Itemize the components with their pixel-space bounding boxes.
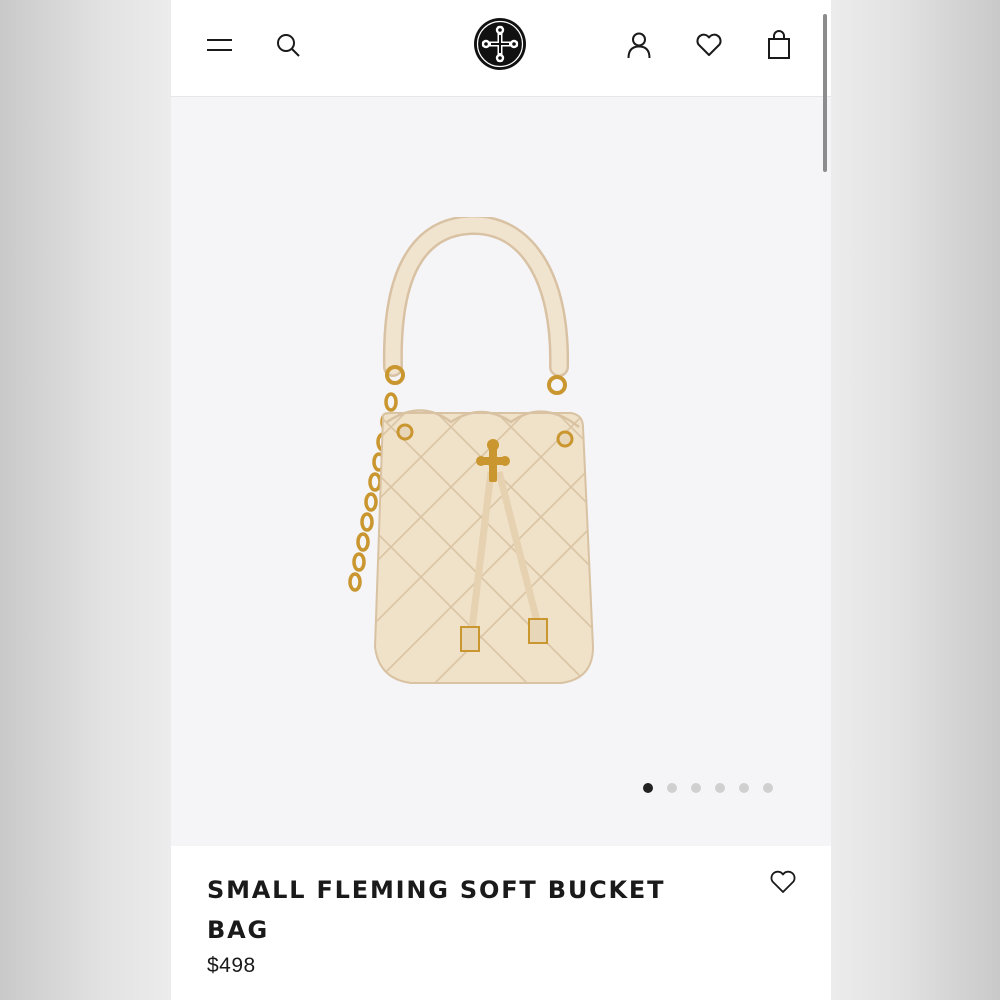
shopping-bag-icon	[768, 30, 790, 59]
add-to-wishlist-button[interactable]	[767, 866, 799, 898]
product-image	[348, 217, 595, 684]
heart-outline-icon	[770, 870, 796, 893]
backdrop-left	[0, 0, 171, 1000]
product-info: SMALL FLEMING SOFT BUCKET BAG $498	[171, 846, 831, 1000]
hamburger-menu-icon	[207, 39, 232, 51]
heart-icon	[696, 33, 722, 56]
carousel-dot[interactable]	[667, 783, 677, 793]
site-header	[171, 0, 831, 97]
menu-button[interactable]	[202, 28, 236, 62]
product-price: $498	[207, 954, 256, 977]
brand-logo[interactable]	[472, 16, 528, 72]
account-button[interactable]	[622, 28, 656, 62]
carousel-dot[interactable]	[715, 783, 725, 793]
carousel-dot[interactable]	[739, 783, 749, 793]
backdrop-right	[831, 0, 1000, 1000]
carousel-dot[interactable]	[691, 783, 701, 793]
account-icon	[627, 32, 651, 59]
wishlist-button[interactable]	[692, 28, 726, 62]
mobile-page: SMALL FLEMING SOFT BUCKET BAG $498	[171, 0, 831, 1000]
product-image-gallery[interactable]	[171, 97, 831, 846]
carousel-dot[interactable]	[763, 783, 773, 793]
carousel-dot-active[interactable]	[643, 783, 653, 793]
search-button[interactable]	[271, 28, 305, 62]
tory-burch-logo	[474, 18, 526, 70]
shopping-bag-button[interactable]	[762, 28, 796, 62]
product-title: SMALL FLEMING SOFT BUCKET BAG	[207, 876, 666, 944]
scrollbar[interactable]	[823, 14, 827, 172]
search-icon	[277, 34, 300, 57]
carousel-dots	[643, 783, 773, 793]
